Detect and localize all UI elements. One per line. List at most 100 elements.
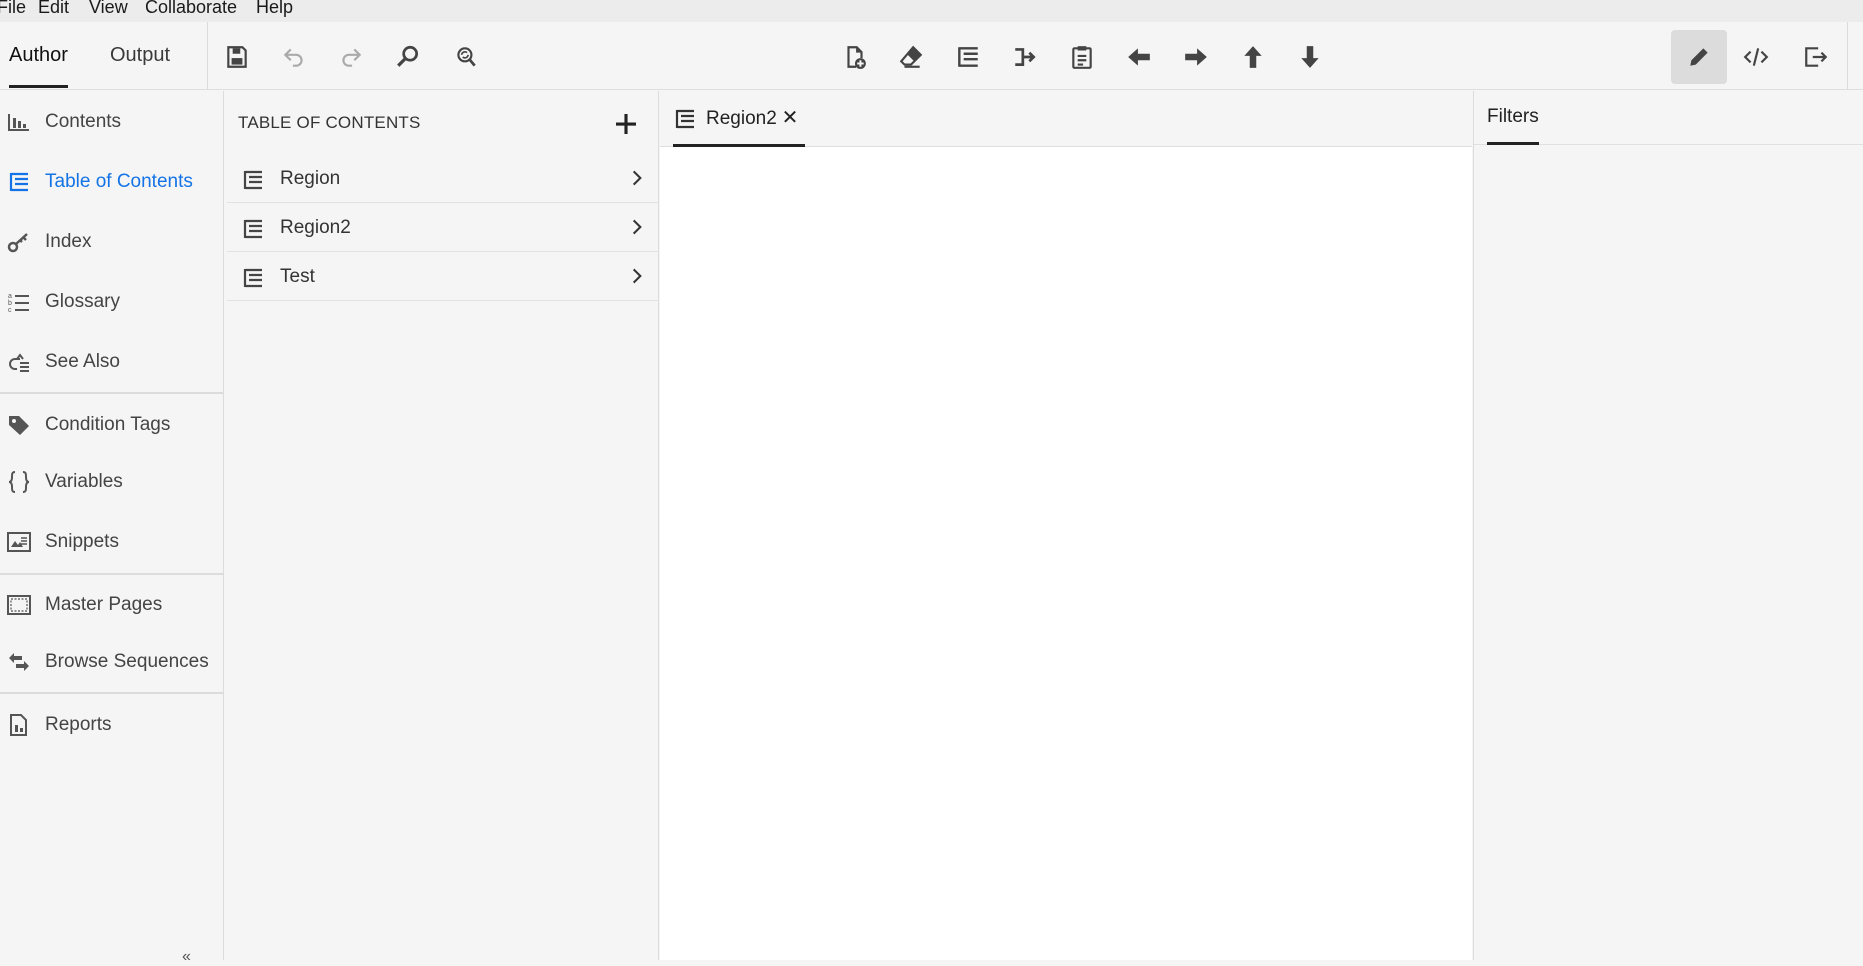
arrow-left-icon [1128, 48, 1150, 66]
reports-icon [10, 714, 27, 736]
undo-button[interactable] [277, 40, 311, 74]
move-right-button[interactable] [1179, 40, 1213, 74]
toc-icon [243, 219, 262, 239]
menu-file[interactable]: File [0, 0, 26, 18]
nav-divider [0, 573, 224, 575]
add-icon[interactable] [611, 109, 641, 139]
eraser-button[interactable] [894, 40, 928, 74]
tab-author[interactable]: Author [9, 44, 68, 88]
toolbar-divider [1847, 22, 1848, 90]
new-document-button[interactable] [838, 40, 872, 74]
toc-item-label: Test [280, 266, 315, 287]
nav-item-label: Contents [45, 111, 122, 132]
editor-tab-label: Region2 [706, 108, 777, 129]
chevron-right-icon[interactable] [627, 168, 647, 188]
snippet-icon [7, 532, 31, 552]
toc-list-item[interactable]: Test [227, 252, 659, 301]
find-button[interactable] [391, 40, 425, 74]
move-up-button[interactable] [1236, 40, 1270, 74]
arrow-down-icon [1301, 46, 1319, 68]
menu-help[interactable]: Help [256, 0, 293, 18]
toc-panel: TABLE OF CONTENTS Region Region2 Test [225, 91, 659, 960]
left-nav: Contents Table of Contents Index abc Glo… [0, 91, 224, 960]
toc-item-label: Region [280, 168, 341, 189]
filters-panel: Filters [1473, 91, 1863, 960]
exit-button[interactable] [1799, 40, 1833, 74]
menu-bar: File Edit View Collaborate Help [0, 0, 1863, 22]
toc-list-item[interactable]: Region [227, 154, 659, 203]
redo-icon [342, 48, 362, 67]
toolbar: Author Output [0, 22, 1863, 90]
nav-item-variables[interactable]: Variables [0, 460, 224, 504]
toc-icon [243, 170, 262, 190]
find-icon [397, 45, 419, 67]
key-icon [7, 233, 28, 253]
clipboard-button[interactable] [1065, 40, 1099, 74]
collapse-nav-button[interactable]: « [182, 948, 191, 966]
browse-sequence-icon [9, 653, 29, 671]
nav-item-reports[interactable]: Reports [0, 703, 224, 747]
master-page-icon [7, 595, 31, 615]
menu-view[interactable]: View [89, 0, 128, 18]
code-view-icon [1743, 48, 1769, 66]
nav-item-table-of-contents[interactable]: Table of Contents [0, 160, 224, 204]
link-button[interactable] [1008, 40, 1042, 74]
toc-button[interactable] [951, 40, 985, 74]
nav-divider [0, 392, 224, 394]
clipboard-icon [1072, 46, 1092, 69]
nav-item-label: Browse Sequences [45, 651, 209, 672]
close-icon[interactable]: ✕ [781, 108, 799, 128]
chevron-right-icon[interactable] [627, 217, 647, 237]
see-also-icon [9, 353, 29, 372]
nav-item-label: Snippets [45, 531, 119, 552]
toc-icon [675, 109, 694, 129]
toc-editor[interactable]: Region2 ✕ [660, 91, 1472, 960]
toc-icon [9, 172, 28, 192]
toolbar-divider [207, 22, 208, 90]
nav-item-label: Glossary [45, 291, 120, 312]
nav-item-label: Reports [45, 714, 112, 735]
move-down-button[interactable] [1293, 40, 1327, 74]
save-button[interactable] [220, 40, 254, 74]
toc-panel-title: TABLE OF CONTENTS [238, 113, 421, 132]
nav-item-label: Master Pages [45, 594, 163, 615]
redo-button[interactable] [334, 40, 368, 74]
nav-item-glossary[interactable]: abc Glossary [0, 280, 224, 324]
nav-item-label: Table of Contents [45, 171, 193, 192]
menu-collaborate[interactable]: Collaborate [145, 0, 237, 18]
tab-output[interactable]: Output [110, 44, 170, 67]
toc-list-item[interactable]: Region2 [227, 203, 659, 252]
filters-tab-bar: Filters [1474, 91, 1863, 145]
nav-item-contents[interactable]: Contents [0, 100, 224, 144]
code-view-button[interactable] [1739, 40, 1773, 74]
svg-text:c: c [8, 307, 12, 314]
nav-item-snippets[interactable]: Snippets [0, 520, 224, 564]
arrow-up-icon [1244, 46, 1262, 68]
nav-item-index[interactable]: Index [0, 220, 224, 264]
tab-filters[interactable]: Filters [1487, 106, 1539, 145]
eraser-icon [899, 45, 923, 68]
tag-icon [9, 416, 29, 435]
nav-item-label: See Also [45, 351, 120, 372]
toc-icon [958, 47, 978, 67]
editor-tab-region2[interactable]: Region2 ✕ [673, 91, 805, 147]
nav-item-condition-tags[interactable]: Condition Tags [0, 403, 224, 447]
link-arrow-icon [1015, 48, 1036, 66]
find-replace-button[interactable] [449, 40, 483, 74]
svg-text:a: a [8, 293, 12, 300]
svg-text:b: b [8, 300, 12, 307]
move-left-button[interactable] [1122, 40, 1156, 74]
nav-item-label: Index [45, 231, 92, 252]
nav-item-browse-sequences[interactable]: Browse Sequences [0, 640, 224, 684]
menu-edit[interactable]: Edit [38, 0, 69, 18]
nav-item-label: Variables [45, 471, 123, 492]
nav-item-see-also[interactable]: See Also [0, 340, 224, 384]
exit-icon [1805, 47, 1828, 67]
chevron-right-icon[interactable] [627, 266, 647, 286]
arrow-right-icon [1185, 48, 1207, 66]
find-replace-icon [457, 47, 476, 67]
glossary-icon: abc [8, 293, 29, 314]
editor-tab-bar: Region2 ✕ [660, 91, 1472, 147]
edit-mode-button[interactable] [1671, 30, 1727, 84]
nav-item-master-pages[interactable]: Master Pages [0, 583, 224, 627]
